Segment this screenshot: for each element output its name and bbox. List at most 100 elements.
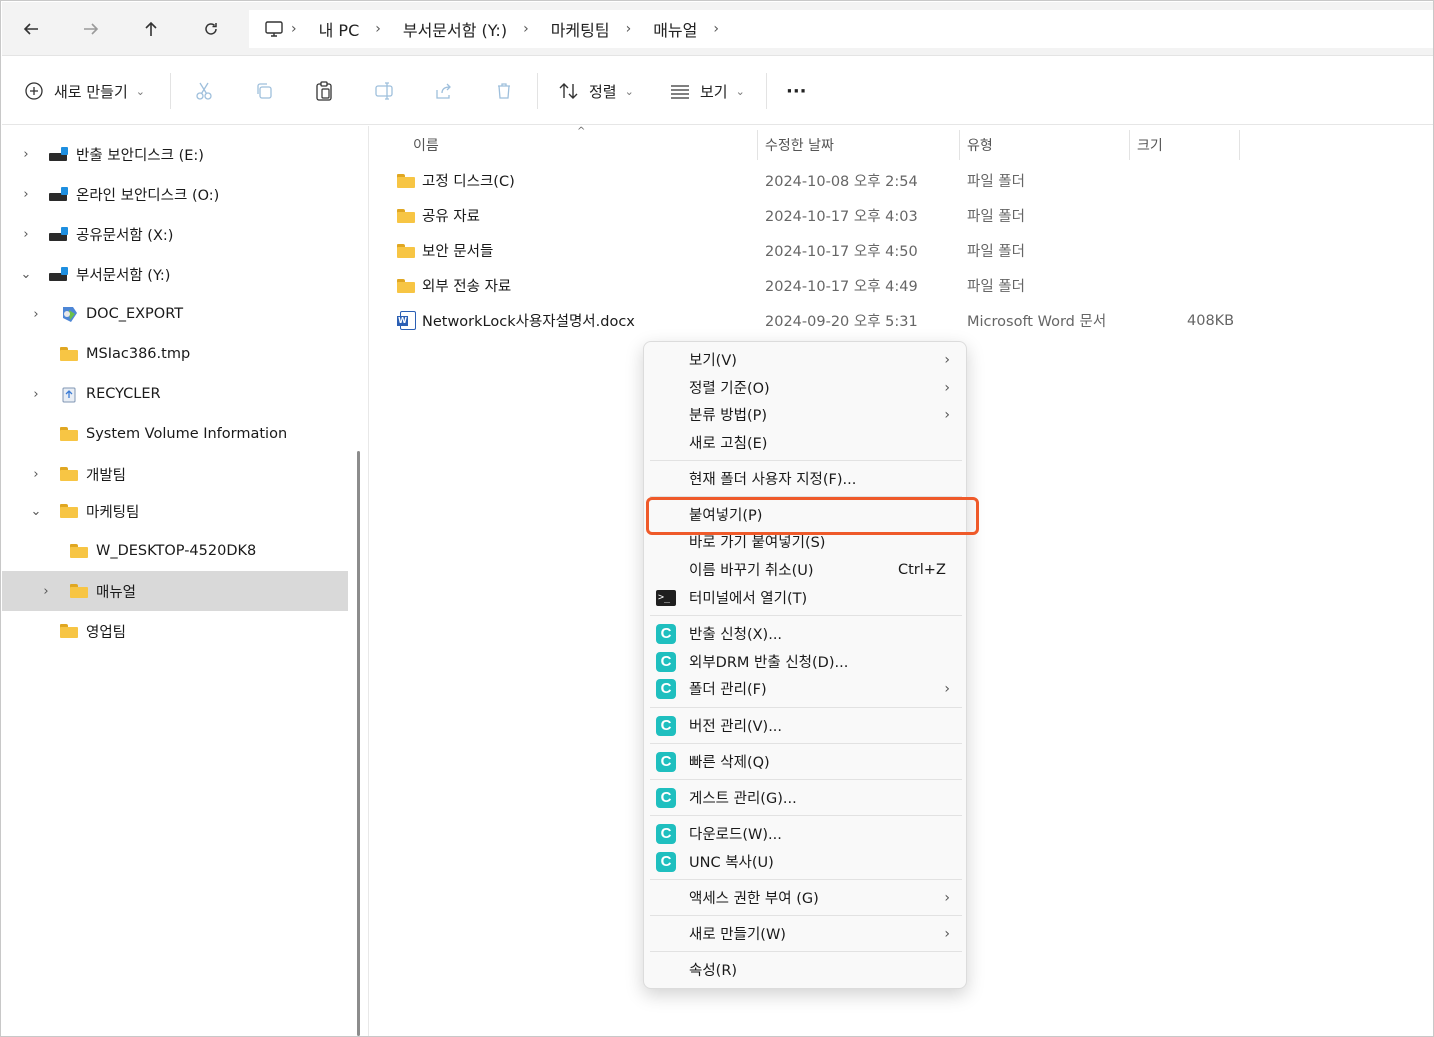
menu-item-export-request[interactable]: C 반출 신청(X)... <box>644 620 966 647</box>
menu-item-grant-access[interactable]: 액세스 권한 부여 (G) › <box>644 884 966 911</box>
file-row[interactable]: 외부 전송 자료 2024-10-17 오후 4:49 파일 폴더 <box>369 268 1433 303</box>
file-type: 파일 폴더 <box>967 174 1025 190</box>
menu-item-view[interactable]: 보기(V) › <box>644 346 966 373</box>
trash-icon <box>492 79 516 103</box>
column-divider[interactable] <box>1239 130 1240 160</box>
menu-separator <box>650 915 962 916</box>
breadcrumb[interactable]: › 내 PC › 부서문서함 (Y:) › 마케팅팀 › 매뉴얼 › <box>249 10 1433 48</box>
sort-ascending-icon: ^ <box>577 126 586 137</box>
toolbar-divider <box>766 73 767 109</box>
menu-item-quick-delete[interactable]: C 빠른 삭제(Q) <box>644 748 966 775</box>
nav-item-sales-team[interactable]: 영업팀 <box>2 611 348 651</box>
file-row[interactable]: 공유 자료 2024-10-17 오후 4:03 파일 폴더 <box>369 198 1433 233</box>
nav-item-system-volume[interactable]: System Volume Information <box>2 414 348 454</box>
chevron-right-icon[interactable]: › <box>26 307 46 322</box>
column-header-size[interactable]: 크기 <box>1137 130 1163 160</box>
menu-item-label: 액세스 권한 부여 (G) <box>689 891 819 907</box>
folder-icon <box>58 465 80 483</box>
paste-button[interactable] <box>312 75 336 107</box>
column-header-type[interactable]: 유형 <box>967 130 993 160</box>
menu-item-label: 반출 신청(X)... <box>689 627 783 643</box>
chevron-down-icon: ⌄ <box>735 84 745 98</box>
refresh-button[interactable] <box>196 14 226 44</box>
chevron-right-icon[interactable]: › <box>16 187 36 202</box>
menu-item-open-terminal[interactable]: >_ 터미널에서 열기(T) <box>644 584 966 611</box>
menu-item-group-by[interactable]: 분류 방법(P) › <box>644 401 966 428</box>
menu-item-folder-management[interactable]: C 폴더 관리(F) › <box>644 675 966 702</box>
column-header-modified[interactable]: 수정한 날짜 <box>765 130 834 160</box>
nav-item-label: System Volume Information <box>86 426 288 442</box>
menu-item-download[interactable]: C 다운로드(W)... <box>644 820 966 847</box>
chevron-right-icon[interactable]: › <box>16 227 36 242</box>
nav-item-dev-team[interactable]: › 개발팀 <box>2 454 348 494</box>
menu-item-version-management[interactable]: C 버전 관리(V)... <box>644 712 966 739</box>
rename-button[interactable] <box>372 75 396 107</box>
nav-item-w-desktop[interactable]: W_DESKTOP-4520DK8 <box>2 531 348 571</box>
chevron-right-icon[interactable]: › <box>26 387 46 402</box>
folder-icon <box>397 198 415 233</box>
folder-icon <box>397 233 415 268</box>
menu-item-customize-folder[interactable]: 현재 폴더 사용자 지정(F)... <box>644 465 966 492</box>
arrow-up-icon <box>145 21 157 36</box>
chevron-right-icon[interactable]: › <box>36 584 56 599</box>
menu-item-undo-rename[interactable]: 이름 바꾸기 취소(U) Ctrl+Z <box>644 556 966 583</box>
menu-item-properties[interactable]: 속성(R) <box>644 956 966 983</box>
up-button[interactable] <box>136 14 166 44</box>
chevron-down-icon[interactable]: ⌄ <box>16 267 36 282</box>
back-button[interactable] <box>16 14 46 44</box>
nav-item-label: 마케팅팀 <box>86 504 140 521</box>
toolbar-divider <box>170 73 171 109</box>
copy-button[interactable] <box>252 75 276 107</box>
menu-separator <box>650 815 962 816</box>
delete-button[interactable] <box>492 75 516 107</box>
nav-item-label: 반출 보안디스크 (E:) <box>76 147 204 164</box>
file-row[interactable]: NetworkLock사용자설명서.docx 2024-09-20 오후 5:3… <box>369 303 1433 338</box>
scissors-icon <box>192 79 216 103</box>
nav-item-dept-drive[interactable]: ⌄ 부서문서함 (Y:) <box>2 254 348 294</box>
chevron-right-icon[interactable]: › <box>26 467 46 482</box>
breadcrumb-manual[interactable]: 매뉴얼 <box>653 17 697 41</box>
file-row[interactable]: 고정 디스크(C) 2024-10-08 오후 2:54 파일 폴더 <box>369 163 1433 198</box>
menu-item-label: 외부DRM 반출 신청(D)... <box>689 655 849 671</box>
menu-separator <box>650 615 962 616</box>
nav-scrollbar[interactable] <box>357 451 360 1036</box>
menu-item-unc-copy[interactable]: C UNC 복사(U) <box>644 848 966 875</box>
nav-item-online-disk[interactable]: › 온라인 보안디스크 (O:) <box>2 174 348 214</box>
chevron-right-icon[interactable]: › <box>16 147 36 162</box>
nav-item-shared-drive[interactable]: › 공유문서함 (X:) <box>2 214 348 254</box>
column-divider[interactable] <box>757 130 758 160</box>
breadcrumb-this-pc[interactable]: 내 PC <box>319 17 360 41</box>
more-options-button[interactable]: ··· <box>786 75 807 107</box>
word-document-icon <box>397 303 416 338</box>
menu-item-new[interactable]: 새로 만들기(W) › <box>644 920 966 947</box>
drive-icon <box>48 185 70 203</box>
nav-item-manual[interactable]: › 매뉴얼 <box>2 571 348 611</box>
column-divider[interactable] <box>1129 130 1130 160</box>
menu-item-refresh[interactable]: 새로 고침(E) <box>644 429 966 456</box>
cut-button[interactable] <box>192 75 216 107</box>
menu-item-sort-by[interactable]: 정렬 기준(O) › <box>644 374 966 401</box>
menu-item-guest-management[interactable]: C 게스트 관리(G)... <box>644 784 966 811</box>
nav-item-export-disk[interactable]: › 반출 보안디스크 (E:) <box>2 134 348 174</box>
nav-item-msiac-tmp[interactable]: MSIac386.tmp <box>2 334 348 374</box>
nav-item-doc-export[interactable]: › DOC_EXPORT <box>2 294 348 334</box>
chevron-down-icon[interactable]: ⌄ <box>26 504 46 519</box>
nav-item-marketing-team[interactable]: ⌄ 마케팅팀 <box>2 491 348 531</box>
forward-button[interactable] <box>76 14 106 44</box>
menu-item-label: 버전 관리(V)... <box>689 719 783 735</box>
view-button[interactable]: 보기 ⌄ <box>668 75 745 107</box>
breadcrumb-dept-drive[interactable]: 부서문서함 (Y:) <box>403 17 507 41</box>
menu-item-label: 다운로드(W)... <box>689 827 782 843</box>
file-row[interactable]: 보안 문서들 2024-10-17 오후 4:50 파일 폴더 <box>369 233 1433 268</box>
share-button[interactable] <box>432 75 456 107</box>
column-divider[interactable] <box>959 130 960 160</box>
nav-item-label: 부서문서함 (Y:) <box>76 267 171 284</box>
menu-item-external-drm-export[interactable]: C 외부DRM 반출 신청(D)... <box>644 648 966 675</box>
breadcrumb-marketing[interactable]: 마케팅팀 <box>551 17 610 41</box>
new-button[interactable]: 새로 만들기 ⌄ <box>22 75 145 107</box>
sort-button[interactable]: 정렬 ⌄ <box>557 75 634 107</box>
column-header-name[interactable]: 이름 <box>413 130 439 160</box>
sort-icon <box>557 79 581 103</box>
nav-item-recycler[interactable]: › RECYCLER <box>2 374 348 414</box>
nav-item-label: 개발팀 <box>86 467 127 484</box>
